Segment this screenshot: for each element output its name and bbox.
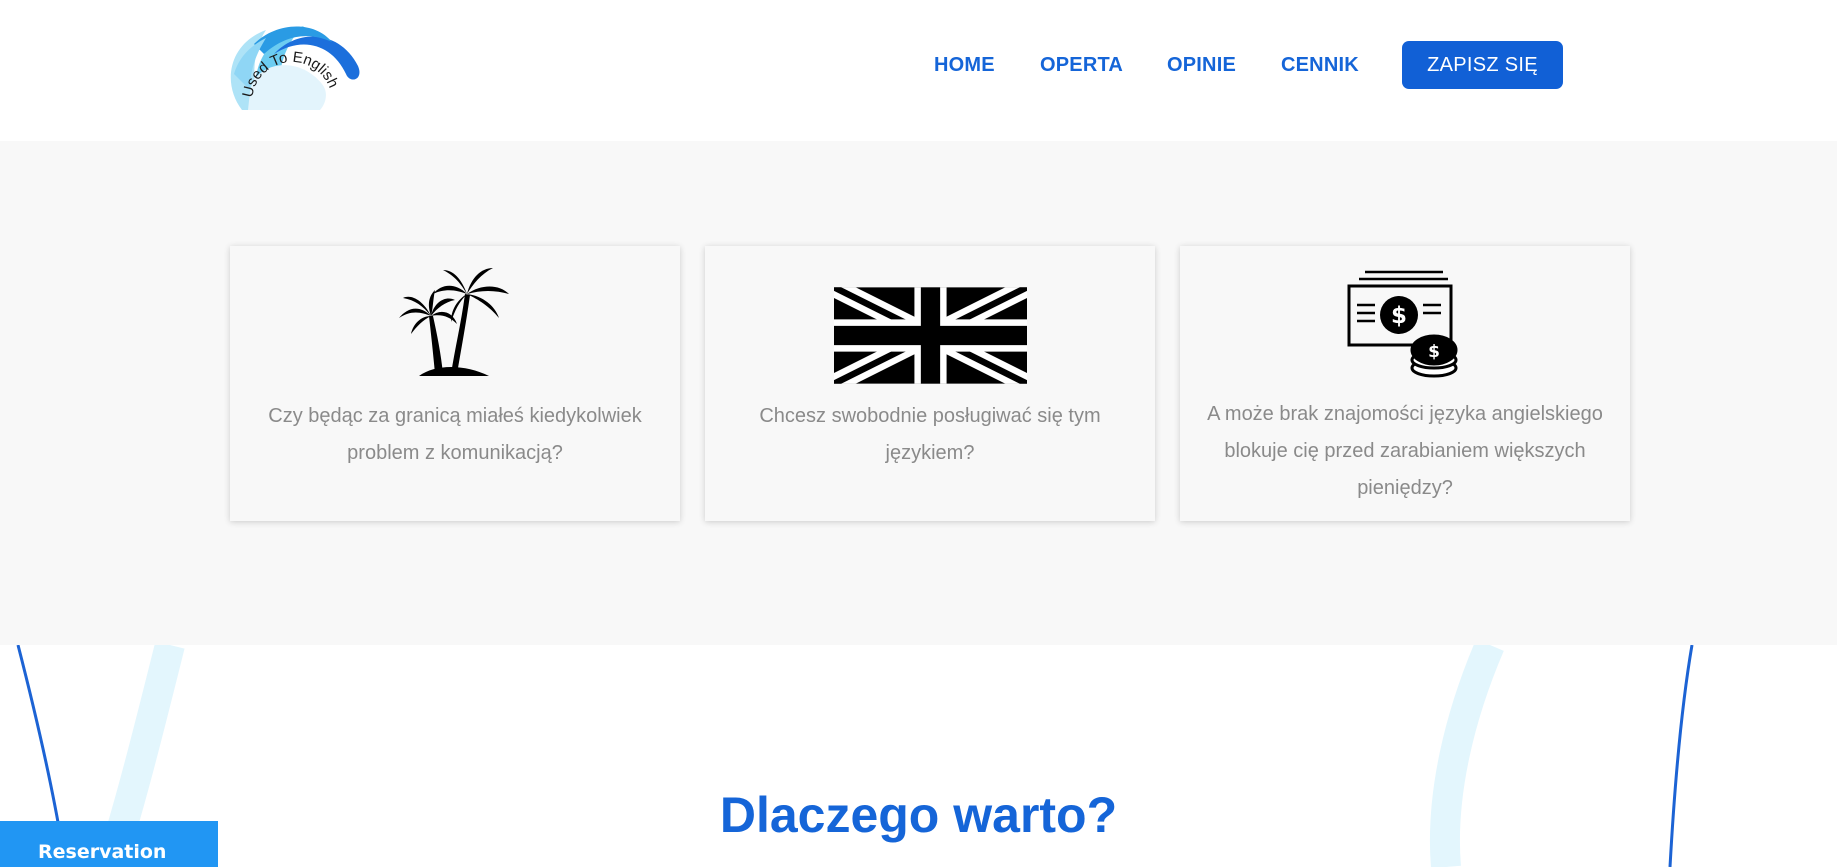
money-icon: $ $	[1180, 270, 1630, 378]
svg-text:$: $	[1428, 342, 1440, 362]
feature-card-travel: Czy będąc za granicą miałeś kiedykolwiek…	[230, 246, 680, 521]
feature-text-money: A może brak znajomości języka angielskie…	[1207, 403, 1603, 499]
nav-oferta[interactable]: OPERTA	[1040, 54, 1123, 77]
signup-button[interactable]: ZAPISZ SIĘ	[1402, 41, 1563, 89]
feature-text-travel: Czy będąc za granicą miałeś kiedykolwiek…	[268, 405, 642, 464]
features-section: Czy będąc za granicą miałeś kiedykolwiek…	[0, 141, 1837, 645]
reservation-button[interactable]: Reservation	[0, 821, 218, 867]
nav-opinie[interactable]: OPINIE	[1167, 54, 1236, 77]
uk-flag-icon	[705, 287, 1155, 384]
main-nav: HOME OPERTA OPINIE CENNIK ZAPISZ SIĘ	[0, 0, 1837, 130]
svg-text:$: $	[1391, 303, 1407, 329]
nav-cennik[interactable]: CENNIK	[1281, 54, 1359, 77]
palm-trees-icon	[230, 264, 680, 378]
feature-card-money: $ $ A może brak znajomości języka angiel…	[1180, 246, 1630, 521]
site-header: Used To English HOME OPERTA OPINIE CENNI…	[0, 0, 1837, 141]
section-title: Dlaczego warto?	[719, 787, 1118, 843]
feature-text-language: Chcesz swobodnie posługiwać się tym języ…	[759, 405, 1101, 464]
nav-home[interactable]: HOME	[934, 54, 995, 77]
feature-card-language: Chcesz swobodnie posługiwać się tym języ…	[705, 246, 1155, 521]
